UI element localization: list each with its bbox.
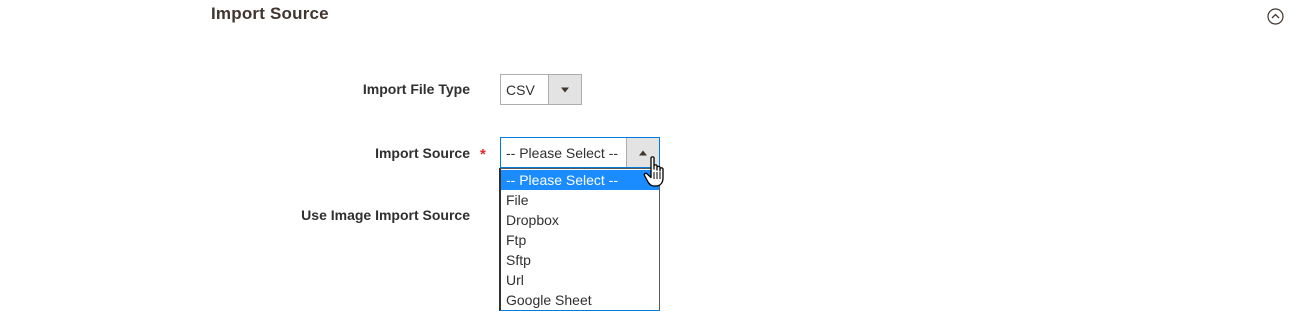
dropdown-option-google-sheet[interactable]: Google Sheet [501, 290, 659, 310]
chevron-up-circle-icon[interactable] [1267, 8, 1284, 25]
import-file-type-value: CSV [506, 81, 535, 98]
import-file-type-label: Import File Type [362, 81, 470, 97]
caret-down-icon[interactable] [548, 75, 581, 104]
dropdown-option-url[interactable]: Url [501, 270, 659, 290]
import-source-value: -- Please Select -- [506, 144, 619, 161]
dropdown-option-file[interactable]: File [501, 190, 659, 210]
use-image-import-source-label: Use Image Import Source [301, 207, 470, 223]
dropdown-option-please-select[interactable]: -- Please Select -- [501, 170, 659, 190]
import-source-dropdown[interactable]: -- Please Select -- File Dropbox Ftp Sft… [499, 168, 660, 311]
required-asterisk: * [480, 146, 486, 163]
import-source-label: Import Source [375, 145, 470, 161]
import-file-type-select[interactable]: CSV [500, 74, 582, 105]
dropdown-option-sftp[interactable]: Sftp [501, 250, 659, 270]
import-source-select[interactable]: -- Please Select -- [500, 137, 660, 168]
dropdown-option-dropbox[interactable]: Dropbox [501, 210, 659, 230]
section-title: Import Source [211, 4, 329, 23]
dropdown-option-ftp[interactable]: Ftp [501, 230, 659, 250]
caret-up-icon[interactable] [626, 138, 659, 167]
